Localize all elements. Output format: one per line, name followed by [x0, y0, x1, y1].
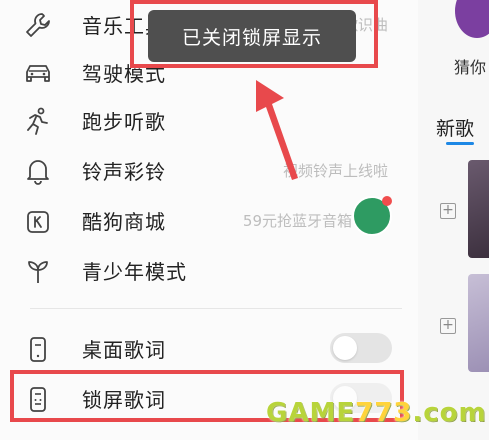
car-icon — [22, 57, 54, 89]
sprout-icon — [22, 255, 54, 287]
tab-underline — [446, 142, 474, 145]
add-button[interactable]: + — [440, 203, 456, 219]
phone-lyrics-icon — [22, 333, 54, 365]
watermark-text-a: GAME — [266, 398, 356, 428]
notification-dot — [382, 196, 392, 206]
tab-new-songs[interactable]: 新歌 — [436, 114, 474, 141]
speaker-promo-badge[interactable] — [352, 196, 392, 236]
menu-item-running[interactable]: 跑步听歌 — [0, 96, 418, 144]
wrench-icon — [22, 9, 54, 41]
running-icon — [22, 105, 54, 137]
toggle-knob — [333, 336, 357, 360]
setting-desktop-lyrics[interactable]: 桌面歌词 — [0, 324, 418, 372]
bell-icon — [22, 155, 54, 187]
menu-item-hint: 59元抢蓝牙音箱 — [242, 212, 352, 230]
song-thumbnail[interactable] — [468, 274, 489, 372]
menu-item-label: 酷狗商城 — [82, 210, 166, 234]
watermark: GAME773.com — [266, 398, 487, 428]
menu-item-ringtones[interactable]: 铃声彩铃 视频铃声上线啦 — [0, 146, 418, 194]
watermark-text-b: 773 — [355, 398, 413, 428]
menu-item-teen-mode[interactable]: 青少年模式 — [0, 246, 418, 294]
annotation-highlight-toast — [130, 0, 378, 68]
song-thumbnail[interactable] — [468, 160, 489, 258]
shop-k-icon — [22, 205, 54, 237]
setting-label: 桌面歌词 — [82, 338, 166, 362]
menu-item-label: 铃声彩铃 — [82, 160, 166, 184]
watermark-text-c: .com — [412, 398, 487, 428]
menu-item-label: 跑步听歌 — [82, 110, 166, 134]
divider — [30, 308, 402, 309]
guess-label[interactable]: 猜你 — [454, 54, 486, 78]
annotation-arrow — [256, 80, 298, 180]
add-button[interactable]: + — [440, 318, 456, 334]
menu-item-label: 青少年模式 — [82, 260, 187, 284]
desktop-lyrics-toggle[interactable] — [330, 333, 392, 363]
